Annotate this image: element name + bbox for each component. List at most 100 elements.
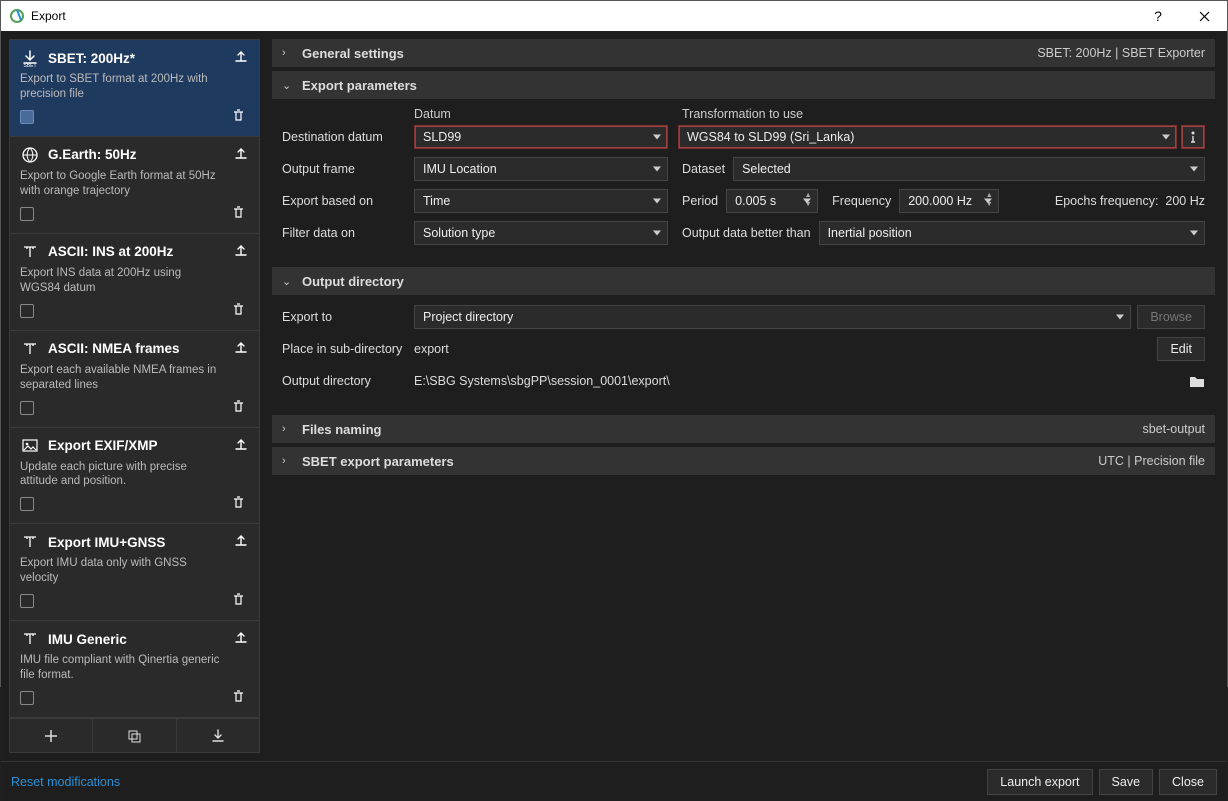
preset-checkbox[interactable] [20,497,34,511]
settings-panel: › General settings SBET: 200Hz | SBET Ex… [268,31,1227,761]
text-icon [20,629,40,649]
chevron-right-icon: › [282,423,296,435]
filter-data-on-select[interactable]: Solution type [414,221,668,245]
preset-card[interactable]: Export IMU+GNSS Export IMU data only wit… [10,524,259,621]
sidebar-toolbar [9,719,260,753]
datum-column-header: Datum [414,107,668,121]
section-export-parameters[interactable]: ⌄ Export parameters [272,71,1215,99]
download-icon: SBET [20,48,40,68]
destination-datum-select[interactable]: SLD99 [414,125,668,149]
delete-icon[interactable] [231,205,249,223]
chevron-down-icon: ⌄ [282,275,296,288]
frequency-label: Frequency [832,194,891,208]
section-files-naming[interactable]: › Files naming sbet-output [272,415,1215,443]
section-general-settings[interactable]: › General settings SBET: 200Hz | SBET Ex… [272,39,1215,67]
preset-desc: Export INS data at 200Hz using WGS84 dat… [20,266,249,296]
period-label: Period [682,194,718,208]
folder-icon[interactable] [1189,374,1205,388]
datum-info-button[interactable] [1181,125,1205,149]
image-icon [20,436,40,456]
frequency-spinner[interactable]: 200.000 Hz▲▼ [899,189,999,213]
preset-card[interactable]: SBET SBET: 200Hz* Export to SBET format … [10,40,259,137]
subdirectory-value: export [414,342,1157,356]
output-better-than-label: Output data better than [682,226,811,240]
upload-icon[interactable] [233,436,251,454]
preset-card[interactable]: ASCII: NMEA frames Export each available… [10,331,259,428]
footer: Reset modifications Launch export Save C… [1,761,1227,801]
upload-icon[interactable] [233,48,251,66]
preset-card[interactable]: IMU Generic IMU file compliant with Qine… [10,621,259,718]
text-icon [20,339,40,359]
export-preset-list: SBET SBET: 200Hz* Export to SBET format … [9,39,260,719]
preset-title: ASCII: INS at 200Hz [48,244,249,259]
globe-icon [20,145,40,165]
preset-title: IMU Generic [48,632,249,647]
help-button[interactable]: ? [1135,1,1181,31]
export-to-select[interactable]: Project directory [414,305,1131,329]
output-directory-label: Output directory [282,374,414,388]
preset-title: ASCII: NMEA frames [48,341,249,356]
epochs-frequency-label: Epochs frequency: 200 Hz [1055,194,1205,208]
close-window-button[interactable] [1181,1,1227,31]
preset-desc: Export IMU data only with GNSS velocity [20,556,249,586]
destination-datum-label: Destination datum [282,130,414,144]
delete-icon[interactable] [231,495,249,513]
window-title: Export [31,9,1135,23]
section-output-directory[interactable]: ⌄ Output directory [272,267,1215,295]
transformation-select[interactable]: WGS84 to SLD99 (Sri_Lanka) [678,125,1177,149]
edit-button[interactable]: Edit [1157,337,1205,361]
preset-card[interactable]: G.Earth: 50Hz Export to Google Earth for… [10,137,259,234]
filter-data-on-label: Filter data on [282,226,414,240]
preset-card[interactable]: ASCII: INS at 200Hz Export INS data at 2… [10,234,259,331]
upload-icon[interactable] [233,339,251,357]
period-spinner[interactable]: 0.005 s▲▼ [726,189,818,213]
upload-icon[interactable] [233,242,251,260]
launch-export-button[interactable]: Launch export [987,769,1092,795]
save-button[interactable]: Save [1099,769,1154,795]
preset-checkbox[interactable] [20,401,34,415]
chevron-down-icon: ⌄ [282,79,296,92]
upload-icon[interactable] [233,532,251,550]
titlebar: Export ? [1,1,1227,31]
preset-checkbox[interactable] [20,110,34,124]
dataset-select[interactable]: Selected [733,157,1205,181]
output-directory-value: E:\SBG Systems\sbgPP\session_0001\export… [414,374,1189,388]
upload-icon[interactable] [233,629,251,647]
text-icon [20,242,40,262]
preset-title: Export EXIF/XMP [48,438,249,453]
preset-desc: Export each available NMEA frames in sep… [20,363,249,393]
delete-icon[interactable] [231,689,249,707]
preset-card[interactable]: Export EXIF/XMP Update each picture with… [10,428,259,525]
export-to-label: Export to [282,310,414,324]
preset-desc: IMU file compliant with Qinertia generic… [20,653,249,683]
delete-icon[interactable] [231,302,249,320]
delete-icon[interactable] [231,592,249,610]
preset-title: Export IMU+GNSS [48,535,249,550]
output-frame-select[interactable]: IMU Location [414,157,668,181]
preset-checkbox[interactable] [20,304,34,318]
preset-checkbox[interactable] [20,594,34,608]
preset-checkbox[interactable] [20,207,34,221]
preset-desc: Export to SBET format at 200Hz with prec… [20,72,249,102]
svg-text:SBET: SBET [23,63,36,67]
upload-icon[interactable] [233,145,251,163]
browse-button[interactable]: Browse [1137,305,1205,329]
sidebar: SBET SBET: 200Hz* Export to SBET format … [1,31,268,761]
section-sbet-export-parameters[interactable]: › SBET export parameters UTC | Precision… [272,447,1215,475]
dataset-label: Dataset [682,162,725,176]
duplicate-preset-button[interactable] [93,719,176,752]
add-preset-button[interactable] [10,719,93,752]
export-based-on-select[interactable]: Time [414,189,668,213]
transform-column-header: Transformation to use [682,107,803,121]
import-preset-button[interactable] [177,719,259,752]
delete-icon[interactable] [231,108,249,126]
reset-modifications-link[interactable]: Reset modifications [11,775,120,789]
output-frame-label: Output frame [282,162,414,176]
output-better-than-select[interactable]: Inertial position [819,221,1205,245]
subdirectory-label: Place in sub-directory [282,342,414,356]
preset-title: SBET: 200Hz* [48,51,249,66]
preset-checkbox[interactable] [20,691,34,705]
close-button[interactable]: Close [1159,769,1217,795]
delete-icon[interactable] [231,399,249,417]
preset-desc: Export to Google Earth format at 50Hz wi… [20,169,249,199]
